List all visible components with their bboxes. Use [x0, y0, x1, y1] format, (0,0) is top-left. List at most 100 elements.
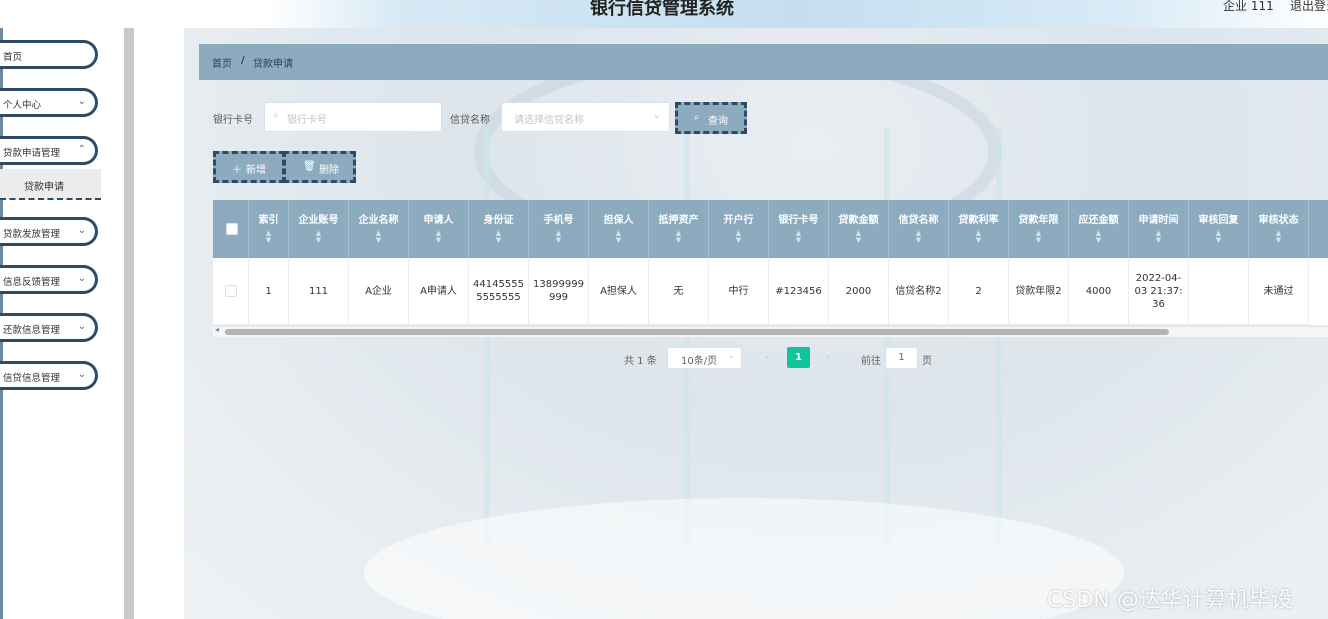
column-header-label: 申请人: [423, 215, 454, 226]
sort-icon[interactable]: ▲ ▼: [589, 230, 648, 244]
column-header-label: 贷款金额: [838, 215, 879, 226]
credit-name-placeholder: 请选择信贷名称: [514, 115, 584, 126]
breadcrumb: 首页 / 贷款申请: [199, 44, 1328, 80]
table-cell: 中行: [709, 258, 769, 325]
column-header-label: 贷款利率: [958, 215, 999, 226]
column-header-label: 抵押资产: [658, 215, 699, 226]
sort-icon[interactable]: ▲ ▼: [469, 230, 528, 244]
goto-page-input[interactable]: 1: [885, 347, 918, 369]
column-header[interactable]: 索引 ▲ ▼: [249, 200, 289, 258]
add-button[interactable]: ＋ 新增: [213, 151, 285, 183]
column-header[interactable]: 手机号 ▲ ▼: [529, 200, 589, 258]
logout-link[interactable]: 退出登录: [1290, 0, 1328, 14]
table-horizontal-scrollbar[interactable]: ◂: [213, 325, 1328, 337]
sort-icon[interactable]: ▲ ▼: [1189, 230, 1248, 244]
column-header-label: 贷款年限: [1018, 215, 1059, 226]
column-header-label: 索引: [258, 215, 279, 226]
sidebar-item-loan-disburse-mgmt[interactable]: 贷款发放管理 ⌄: [0, 217, 98, 246]
sidebar-item-credit-mgmt[interactable]: 信贷信息管理 ⌄: [0, 361, 98, 390]
table-cell: 2000: [829, 258, 889, 325]
column-header[interactable]: 贷款金额 ▲ ▼: [829, 200, 889, 258]
sidebar-scrollbar[interactable]: [124, 28, 134, 619]
sidebar-item-repay-mgmt[interactable]: 还款信息管理 ⌄: [0, 313, 98, 342]
background-decoration: [996, 128, 1002, 548]
prev-page-button[interactable]: ‹: [756, 347, 779, 368]
search-icon: ⌕: [273, 110, 279, 121]
column-header[interactable]: 身份证 ▲ ▼: [469, 200, 529, 258]
sidebar-item-profile[interactable]: 个人中心 ⌄: [0, 88, 98, 117]
delete-button[interactable]: 🗑 删除: [283, 151, 356, 183]
breadcrumb-home[interactable]: 首页: [212, 55, 232, 70]
sort-icon[interactable]: ▲ ▼: [1069, 230, 1128, 244]
sort-icon[interactable]: ▲ ▼: [709, 230, 768, 244]
search-icon: ⌕: [694, 112, 700, 123]
card-number-input[interactable]: ⌕ 银行卡号: [264, 102, 442, 132]
row-checkbox[interactable]: [224, 285, 237, 297]
select-all-header: [213, 200, 249, 258]
column-header[interactable]: 抵押资产 ▲ ▼: [649, 200, 709, 258]
column-header[interactable]: 信贷名称 ▲ ▼: [889, 200, 949, 258]
sidebar-item-feedback-mgmt[interactable]: 信息反馈管理 ⌄: [0, 265, 98, 294]
column-header-label: 身份证: [483, 215, 514, 226]
query-button[interactable]: ⌕ 查询: [675, 102, 747, 134]
plus-icon: ＋: [232, 165, 242, 176]
column-header[interactable]: 企业账号 ▲ ▼: [289, 200, 349, 258]
sort-icon[interactable]: ▲ ▼: [889, 230, 948, 244]
chevron-down-icon: ⌄: [77, 225, 86, 236]
column-header-label: 企业名称: [358, 215, 399, 226]
sort-icon[interactable]: ▲ ▼: [949, 230, 1008, 244]
credit-name-select[interactable]: 请选择信贷名称 ⌄: [501, 102, 670, 132]
column-header[interactable]: 企业名称 ▲ ▼: [349, 200, 409, 258]
row-select-cell: [213, 258, 249, 325]
sort-icon[interactable]: ▲ ▼: [529, 230, 588, 244]
page-number-button[interactable]: 1: [787, 347, 810, 368]
sidebar-item-label: 贷款申请管理: [3, 148, 61, 159]
column-header[interactable]: 银行卡号 ▲ ▼: [769, 200, 829, 258]
sort-icon[interactable]: ▲ ▼: [1009, 230, 1068, 244]
column-header[interactable]: 贷款年限 ▲ ▼: [1009, 200, 1069, 258]
column-header-label: 审核回复: [1198, 215, 1239, 226]
sidebar-item-home[interactable]: 首页: [0, 40, 98, 69]
column-header[interactable]: 开户行 ▲ ▼: [709, 200, 769, 258]
column-header[interactable]: 担保人 ▲ ▼: [589, 200, 649, 258]
sort-icon[interactable]: ▲ ▼: [649, 230, 708, 244]
column-header[interactable]: 应还金额 ▲ ▼: [1069, 200, 1129, 258]
sidebar-item-loan-apply-mgmt[interactable]: 贷款申请管理 ⌃: [0, 136, 98, 165]
column-header[interactable]: 申请人 ▲ ▼: [409, 200, 469, 258]
table-cell: 441455555555555: [469, 258, 529, 325]
scrollbar-thumb[interactable]: [225, 329, 1169, 335]
column-header[interactable]: 审核状态 ▲ ▼: [1249, 200, 1309, 258]
chevron-down-icon: ⌄: [77, 96, 86, 107]
column-header-label: 担保人: [603, 215, 634, 226]
select-all-checkbox[interactable]: [226, 223, 238, 235]
current-user: 企业 111: [1223, 0, 1274, 13]
card-number-label: 银行卡号: [213, 115, 253, 126]
card-number-placeholder: 银行卡号: [287, 115, 327, 126]
next-page-button[interactable]: ›: [817, 347, 840, 368]
scroll-left-icon[interactable]: ◂: [215, 325, 219, 334]
background-decoration: [364, 498, 1124, 619]
chevron-down-icon: ⌄: [652, 110, 661, 121]
sort-icon[interactable]: ▲ ▼: [249, 230, 288, 244]
page-size-select[interactable]: 10条/页 ⌄: [667, 347, 742, 369]
app-title: 银行信贷管理系统: [590, 0, 734, 19]
sort-icon[interactable]: ▲ ▼: [349, 230, 408, 244]
loan-application-table: 索引 ▲ ▼ 1 企业账号 ▲ ▼ 111 企业名称 ▲ ▼ A企业 申请人 ▲ ▼ A申请人 身份证 ▲ ▼ 441…: [213, 200, 1328, 325]
sidebar-item-label: 还款信息管理: [3, 325, 61, 336]
sort-icon[interactable]: ▲ ▼: [769, 230, 828, 244]
sort-icon[interactable]: ▲ ▼: [409, 230, 468, 244]
sidebar-subitem-loan-apply[interactable]: 贷款申请: [0, 169, 101, 200]
column-header[interactable]: 申请时间 ▲ ▼: [1129, 200, 1189, 258]
column-header[interactable]: 贷款利率 ▲ ▼: [949, 200, 1009, 258]
sort-icon[interactable]: ▲ ▼: [1249, 230, 1308, 244]
sort-icon[interactable]: ▲ ▼: [1129, 230, 1188, 244]
column-header[interactable]: 审核回复 ▲ ▼: [1189, 200, 1249, 258]
chevron-down-icon: ⌄: [77, 369, 86, 380]
delete-button-label: 删除: [319, 165, 339, 176]
sort-icon[interactable]: ▲ ▼: [289, 230, 348, 244]
column-header-label: 银行卡号: [778, 215, 819, 226]
table-cell: A担保人: [589, 258, 649, 325]
table-cell: A申请人: [409, 258, 469, 325]
top-header: 银行信贷管理系统 企业 111 退出登录: [0, 0, 1328, 28]
sort-icon[interactable]: ▲ ▼: [829, 230, 888, 244]
